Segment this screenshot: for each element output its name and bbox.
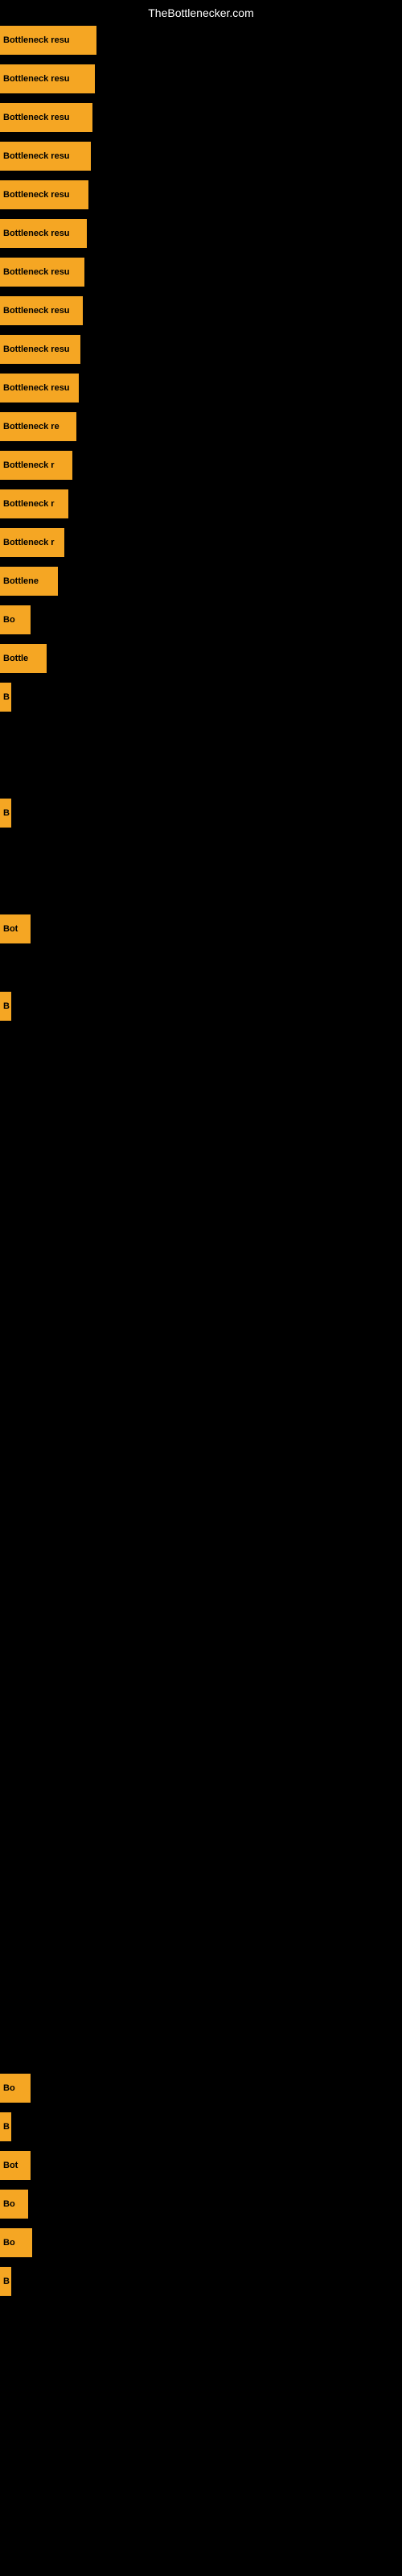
bar-item-17: B [0,683,11,712]
bar-item-9: Bottleneck resu [0,374,79,402]
bar-item-8: Bottleneck resu [0,335,80,364]
site-title: TheBottlenecker.com [0,6,402,19]
bar-item-53: Bo [0,2074,31,2103]
bar-item-0: Bottleneck resu [0,26,96,55]
bar-item-3: Bottleneck resu [0,142,91,171]
bar-item-57: Bo [0,2228,32,2257]
bar-item-15: Bo [0,605,31,634]
bar-item-23: Bot [0,914,31,943]
bar-item-16: Bottle [0,644,47,673]
bar-item-11: Bottleneck r [0,451,72,480]
bar-item-6: Bottleneck resu [0,258,84,287]
bar-item-1: Bottleneck resu [0,64,95,93]
bar-item-55: Bot [0,2151,31,2180]
bar-item-54: B [0,2112,11,2141]
bar-item-7: Bottleneck resu [0,296,83,325]
bar-item-10: Bottleneck re [0,412,76,441]
bar-item-56: Bo [0,2190,28,2219]
bar-item-2: Bottleneck resu [0,103,92,132]
bar-item-5: Bottleneck resu [0,219,87,248]
bar-item-20: B [0,799,11,828]
bar-item-14: Bottlene [0,567,58,596]
bar-item-58: B [0,2267,11,2296]
bar-item-25: B [0,992,11,1021]
bar-item-13: Bottleneck r [0,528,64,557]
bar-item-12: Bottleneck r [0,489,68,518]
bar-item-4: Bottleneck resu [0,180,88,209]
